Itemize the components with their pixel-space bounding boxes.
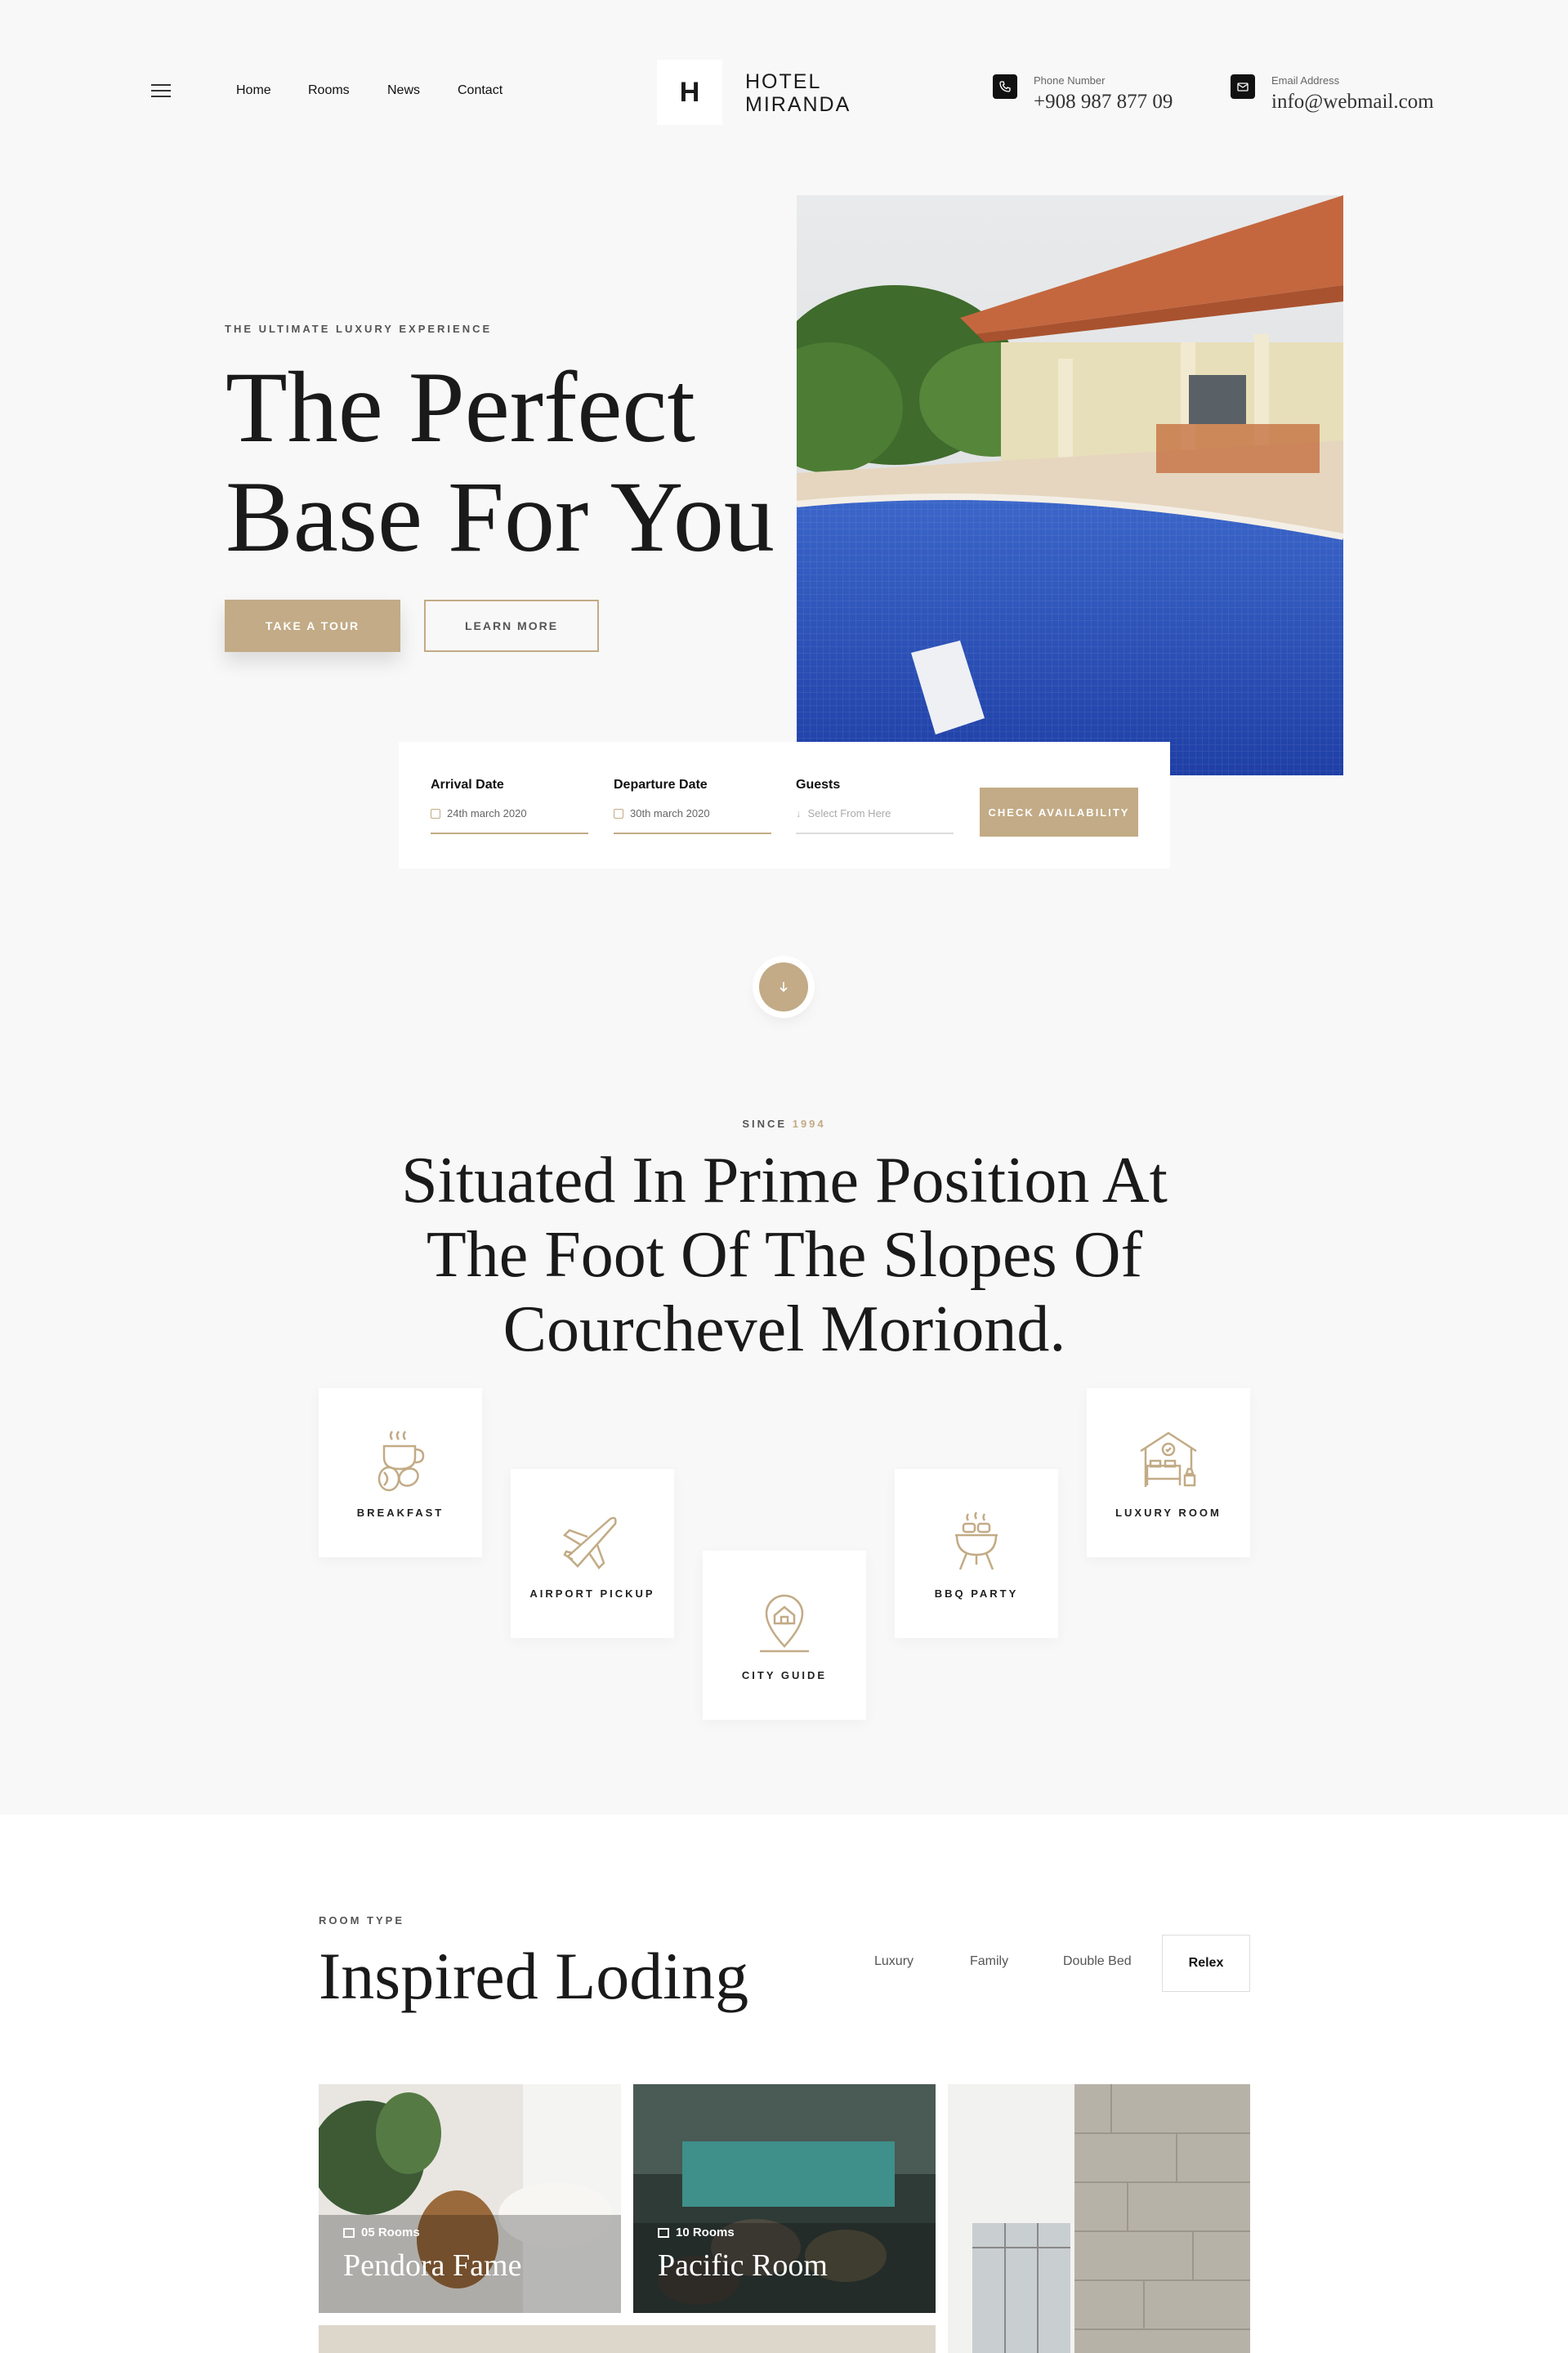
room-count: 10 Rooms — [658, 2226, 735, 2239]
arrival-date-value: 24th march 2020 — [447, 807, 527, 819]
nav-rooms[interactable]: Rooms — [308, 83, 350, 98]
phone-icon — [993, 74, 1017, 99]
about-title-line-2: The Foot Of The Slopes Of — [426, 1219, 1143, 1291]
phone-label: Phone Number — [1034, 74, 1106, 87]
calendar-icon — [614, 808, 623, 819]
tab-relex[interactable]: Relex — [1162, 1935, 1250, 1992]
guests-select[interactable]: ↓ Select From Here — [796, 807, 891, 819]
logo-mark[interactable]: H — [657, 60, 722, 125]
guests-placeholder: Select From Here — [807, 807, 891, 819]
rooms-title: Inspired Loding — [319, 1939, 749, 2013]
about-title: Situated In Prime Position At The Foot O… — [294, 1144, 1275, 1367]
arrival-underline — [431, 833, 588, 834]
take-a-tour-button[interactable]: TAKE A TOUR — [225, 600, 400, 652]
guests-underline — [796, 833, 954, 834]
feature-city-guide[interactable]: CITY GUIDE — [703, 1551, 866, 1720]
hero-title: The Perfect Base For You — [226, 353, 797, 572]
bedroom-icon — [1140, 1431, 1197, 1487]
phone-value[interactable]: +908 987 877 09 — [1034, 91, 1173, 114]
arrival-date-label: Arrival Date — [431, 778, 504, 792]
room-type-eyebrow: ROOM TYPE — [319, 1914, 405, 1927]
hero-eyebrow: THE ULTIMATE LUXURY EXPERIENCE — [225, 323, 493, 335]
grid-icon — [343, 2227, 355, 2238]
email-label: Email Address — [1271, 74, 1340, 87]
feature-label: CITY GUIDE — [741, 1669, 828, 1681]
room-image — [948, 2084, 1250, 2353]
nav-contact[interactable]: Contact — [458, 83, 503, 98]
nav-news[interactable]: News — [387, 83, 420, 98]
room-count: 05 Rooms — [343, 2226, 420, 2239]
room-count-text: 10 Rooms — [676, 2226, 735, 2239]
room-card-pendora-fame[interactable]: 05 Rooms Pendora Fame — [319, 2084, 621, 2313]
departure-date-label: Departure Date — [614, 778, 708, 792]
room-card-pacific-room[interactable]: 10 Rooms Pacific Room — [633, 2084, 936, 2313]
menu-hamburger-icon[interactable] — [151, 84, 171, 99]
room-card-strip — [319, 2325, 936, 2353]
feature-bbq-party[interactable]: BBQ PARTY — [895, 1469, 1058, 1638]
hero-title-line-2: Base For You — [226, 461, 775, 573]
room-name: Pendora Fame — [343, 2248, 522, 2283]
tab-family[interactable]: Family — [970, 1954, 1008, 1969]
logo-line-1: HOTEL — [745, 70, 822, 93]
check-availability-button[interactable]: CHECK AVAILABILITY — [980, 788, 1138, 837]
since-label: SINCE 1994 — [0, 1118, 1568, 1130]
since-year: 1994 — [792, 1118, 826, 1130]
email-icon — [1231, 74, 1255, 99]
feature-breakfast[interactable]: BREAKFAST — [319, 1388, 482, 1557]
tab-double-bed[interactable]: Double Bed — [1063, 1954, 1132, 1969]
logo-letter: H — [679, 76, 700, 108]
feature-label: LUXURY ROOM — [1115, 1507, 1222, 1519]
room-card-third[interactable] — [948, 2084, 1250, 2353]
guests-label: Guests — [796, 778, 841, 792]
calendar-icon — [431, 808, 440, 819]
nav-home[interactable]: Home — [236, 83, 271, 98]
hero-title-line-1: The Perfect — [226, 351, 695, 463]
logo-line-2: MIRANDA — [745, 93, 851, 116]
departure-date-value: 30th march 2020 — [630, 807, 710, 819]
grid-icon — [658, 2227, 669, 2238]
coffee-icon — [377, 1431, 425, 1492]
room-name: Pacific Room — [658, 2248, 828, 2283]
feature-label: BBQ PARTY — [934, 1587, 1019, 1600]
logo-text[interactable]: HOTEL MIRANDA — [745, 70, 851, 116]
feature-airport-pickup[interactable]: AIRPORT PICKUP — [511, 1469, 674, 1638]
scroll-down-button[interactable] — [759, 962, 808, 1011]
feature-luxury-room[interactable]: LUXURY ROOM — [1087, 1388, 1250, 1557]
feature-label: BREAKFAST — [356, 1507, 444, 1519]
departure-underline — [614, 833, 771, 834]
location-pin-icon — [760, 1594, 809, 1653]
about-title-line-1: Situated In Prime Position At — [401, 1145, 1168, 1217]
email-value[interactable]: info@webmail.com — [1271, 91, 1434, 114]
since-text: SINCE — [742, 1118, 788, 1130]
room-count-text: 05 Rooms — [361, 2226, 420, 2239]
departure-date-field[interactable]: 30th march 2020 — [614, 807, 710, 819]
hero-pool-image — [797, 195, 1343, 775]
arrow-down-icon: ↓ — [796, 807, 802, 819]
tab-luxury[interactable]: Luxury — [874, 1954, 914, 1969]
feature-label: AIRPORT PICKUP — [529, 1587, 655, 1600]
arrival-date-field[interactable]: 24th march 2020 — [431, 807, 527, 819]
airplane-icon — [562, 1516, 617, 1569]
learn-more-button[interactable]: LEARN MORE — [424, 600, 599, 652]
arrow-down-icon — [780, 982, 788, 993]
about-title-line-3: Courchevel Moriond. — [503, 1293, 1066, 1365]
bbq-grill-icon — [955, 1511, 998, 1570]
